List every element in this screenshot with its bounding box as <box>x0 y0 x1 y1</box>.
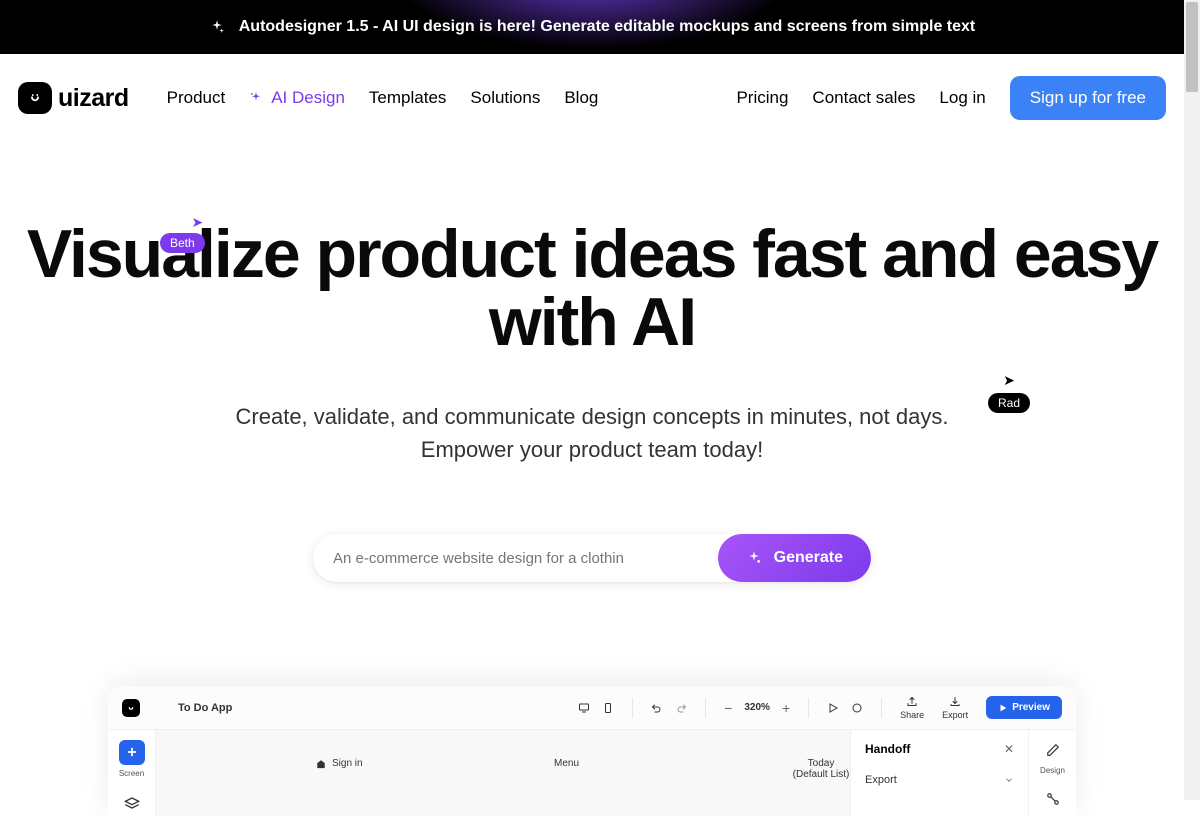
toolbar-divider <box>881 698 882 718</box>
app-sidebar-left: Screen <box>108 730 156 816</box>
export-button[interactable]: Export <box>942 696 968 720</box>
canvas-screen-today[interactable]: Today (Default List) <box>792 758 850 780</box>
device-toggle-group <box>578 702 614 714</box>
sparkle-icon <box>209 19 225 35</box>
cursor-badge-rad: ➤ Rad <box>988 372 1030 413</box>
chevron-down-icon <box>1004 775 1014 785</box>
play-group <box>827 702 863 714</box>
app-sidebar-right: Handoff ✕ Export Design <box>850 730 1076 816</box>
generate-button[interactable]: Generate <box>718 534 871 582</box>
layers-button[interactable] <box>119 792 145 816</box>
add-screen-button[interactable] <box>119 740 145 765</box>
home-icon <box>316 759 326 769</box>
nav-solutions[interactable]: Solutions <box>470 88 540 108</box>
nav-contact[interactable]: Contact sales <box>812 88 915 108</box>
cursor-label: Rad <box>988 393 1030 413</box>
nav-login[interactable]: Log in <box>939 88 985 108</box>
export-icon <box>949 696 961 708</box>
app-logo-mini-icon <box>122 699 140 717</box>
undo-redo-group <box>651 702 687 714</box>
desktop-icon[interactable] <box>578 702 590 714</box>
app-title: To Do App <box>178 702 232 714</box>
announcement-text: Autodesigner 1.5 - AI UI design is here!… <box>239 18 976 36</box>
signup-button[interactable]: Sign up for free <box>1010 76 1166 120</box>
record-icon[interactable] <box>851 702 863 714</box>
zoom-in-icon[interactable]: + <box>782 700 790 716</box>
nav-secondary: Pricing Contact sales Log in Sign up for… <box>736 76 1166 120</box>
zoom-group: − 320% + <box>724 700 790 716</box>
share-button[interactable]: Share <box>900 696 924 720</box>
announcement-bar[interactable]: Autodesigner 1.5 - AI UI design is here!… <box>0 0 1184 54</box>
right-tools-panel: Design <box>1028 730 1076 816</box>
sidebar-screen-label: Screen <box>119 769 144 778</box>
cursor-badge-beth: ➤ Beth <box>160 214 205 253</box>
logo-icon <box>18 82 52 114</box>
app-body: Screen Sign in Menu Today (Default List) <box>108 730 1076 816</box>
cursor-arrow-icon: ➤ <box>988 372 1030 389</box>
zoom-out-icon[interactable]: − <box>724 700 732 716</box>
app-preview-mockup: To Do App − 320% + <box>108 686 1076 816</box>
edit-tool[interactable] <box>1041 738 1065 762</box>
handoff-title: Handoff <box>865 742 910 756</box>
nav-blog[interactable]: Blog <box>564 88 598 108</box>
layers-icon <box>124 796 140 812</box>
mobile-icon[interactable] <box>602 702 614 714</box>
generate-bar: Generate <box>313 534 871 582</box>
cursor-label: Beth <box>160 233 205 253</box>
toolbar-divider <box>632 698 633 718</box>
nav-templates[interactable]: Templates <box>369 88 446 108</box>
zoom-level: 320% <box>744 702 770 713</box>
logo-text: uizard <box>58 84 129 113</box>
nav-product[interactable]: Product <box>167 88 226 108</box>
redo-icon[interactable] <box>675 702 687 714</box>
play-icon[interactable] <box>827 702 839 714</box>
design-tool-label: Design <box>1040 766 1065 775</box>
close-icon[interactable]: ✕ <box>1004 742 1014 756</box>
toolbar-divider <box>705 698 706 718</box>
share-icon <box>906 696 918 708</box>
link-icon <box>1046 792 1060 806</box>
cursor-arrow-icon: ➤ <box>190 214 205 231</box>
nav-primary: Product AI Design Templates Solutions Bl… <box>167 88 599 108</box>
pencil-icon <box>1046 743 1060 757</box>
toolbar-divider <box>808 698 809 718</box>
preview-button[interactable]: Preview <box>986 696 1062 719</box>
site-header: uizard Product AI Design Templates Solut… <box>0 54 1184 142</box>
handoff-panel: Handoff ✕ Export <box>850 730 1028 816</box>
nav-ai-design[interactable]: AI Design <box>249 88 345 108</box>
generate-input[interactable] <box>313 550 718 567</box>
more-tool[interactable] <box>1041 787 1065 811</box>
browser-scrollbar[interactable] <box>1184 0 1200 800</box>
hero-section: Visualize product ideas fast and easy wi… <box>0 142 1184 816</box>
export-dropdown[interactable]: Export <box>865 774 1014 786</box>
undo-icon[interactable] <box>651 702 663 714</box>
logo[interactable]: uizard <box>18 82 129 114</box>
sparkle-icon <box>746 550 762 566</box>
scrollbar-thumb[interactable] <box>1186 2 1198 92</box>
canvas-screen-menu[interactable]: Menu <box>554 758 579 769</box>
app-topbar: To Do App − 320% + <box>108 686 1076 730</box>
play-icon <box>998 703 1008 713</box>
nav-pricing[interactable]: Pricing <box>736 88 788 108</box>
app-canvas[interactable]: Sign in Menu Today (Default List) <box>156 730 850 816</box>
canvas-screen-signin[interactable]: Sign in <box>316 758 363 769</box>
sparkle-icon <box>249 91 263 105</box>
